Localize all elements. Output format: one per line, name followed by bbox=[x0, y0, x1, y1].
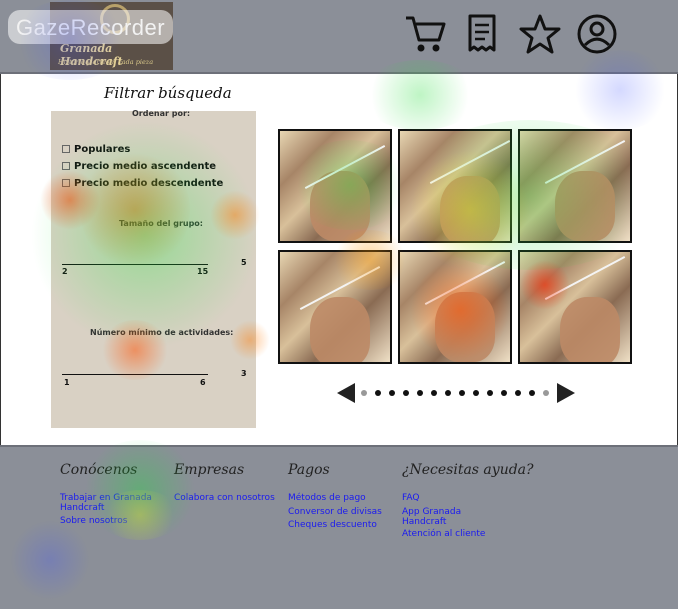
carousel-dot[interactable] bbox=[487, 390, 493, 396]
filter-title: Filtrar búsqueda bbox=[104, 84, 232, 102]
star-icon[interactable] bbox=[518, 12, 562, 56]
carousel-dot[interactable] bbox=[543, 390, 549, 396]
filter-sidebar bbox=[51, 111, 256, 428]
carousel-dot[interactable] bbox=[445, 390, 451, 396]
logo-tagline: Historia y arte en cada pieza bbox=[58, 58, 154, 66]
checkbox[interactable] bbox=[62, 162, 70, 170]
product-image[interactable] bbox=[518, 250, 632, 364]
receipt-icon[interactable] bbox=[460, 12, 504, 56]
carousel-dot[interactable] bbox=[473, 390, 479, 396]
sort-option-popular[interactable]: Populares bbox=[62, 144, 130, 155]
activities-min: 1 bbox=[64, 378, 70, 387]
gaze-recorder-badge: GazeRecorder bbox=[8, 10, 173, 44]
sort-option-price-asc[interactable]: Precio medio ascendente bbox=[62, 161, 216, 172]
carousel-dot[interactable] bbox=[417, 390, 423, 396]
user-icon[interactable] bbox=[575, 12, 619, 56]
product-image[interactable] bbox=[518, 129, 632, 243]
footer-link-about[interactable]: Sobre nosotros bbox=[60, 516, 127, 526]
image-carousel bbox=[337, 382, 577, 404]
activities-max: 6 bbox=[200, 378, 206, 387]
carousel-dot[interactable] bbox=[431, 390, 437, 396]
product-image[interactable] bbox=[398, 129, 512, 243]
footer-heading-payments: Pagos bbox=[288, 462, 330, 478]
carousel-dot[interactable] bbox=[389, 390, 395, 396]
group-min: 2 bbox=[62, 267, 68, 276]
carousel-dot[interactable] bbox=[361, 390, 367, 396]
sort-option-price-desc[interactable]: Precio medio descendente bbox=[62, 178, 223, 189]
footer-heading-help: ¿Necesitas ayuda? bbox=[402, 462, 534, 478]
carousel-dot[interactable] bbox=[501, 390, 507, 396]
carousel-prev-icon[interactable] bbox=[337, 383, 355, 403]
product-image[interactable] bbox=[278, 250, 392, 364]
checkbox[interactable] bbox=[62, 179, 70, 187]
checkbox[interactable] bbox=[62, 145, 70, 153]
carousel-next-icon[interactable] bbox=[557, 383, 575, 403]
group-value: 5 bbox=[241, 258, 247, 267]
group-max: 15 bbox=[197, 267, 209, 276]
footer-link-currency[interactable]: Conversor de divisas bbox=[288, 507, 382, 517]
footer-heading-about: Conócenos bbox=[60, 462, 138, 478]
group-size-slider[interactable] bbox=[62, 264, 208, 265]
cart-icon[interactable] bbox=[403, 12, 447, 56]
carousel-dot[interactable] bbox=[375, 390, 381, 396]
activities-slider[interactable] bbox=[62, 374, 208, 375]
carousel-dot[interactable] bbox=[515, 390, 521, 396]
footer-link-work[interactable]: Trabajar en Granada Handcraft bbox=[60, 493, 160, 513]
activities-title: Número mínimo de actividades: bbox=[90, 328, 234, 337]
carousel-dot[interactable] bbox=[529, 390, 535, 396]
carousel-dot[interactable] bbox=[403, 390, 409, 396]
sort-title: Ordenar por: bbox=[132, 109, 191, 118]
footer-link-payment-methods[interactable]: Métodos de pago bbox=[288, 493, 366, 503]
gaze-recorder-label: GazeRecorder bbox=[16, 15, 166, 40]
footer-link-collaborate[interactable]: Colabora con nosotros bbox=[174, 493, 275, 503]
footer-heading-companies: Empresas bbox=[174, 462, 245, 478]
group-size-title: Tamaño del grupo: bbox=[119, 219, 204, 228]
activities-value: 3 bbox=[241, 369, 247, 378]
product-image[interactable] bbox=[278, 129, 392, 243]
product-image[interactable] bbox=[398, 250, 512, 364]
footer-link-coupons[interactable]: Cheques descuento bbox=[288, 520, 377, 530]
carousel-dot[interactable] bbox=[459, 390, 465, 396]
footer-link-support[interactable]: Atención al cliente bbox=[402, 529, 485, 539]
footer-link-app[interactable]: App Granada Handcraft bbox=[402, 507, 472, 527]
footer-link-faq[interactable]: FAQ bbox=[402, 493, 419, 503]
